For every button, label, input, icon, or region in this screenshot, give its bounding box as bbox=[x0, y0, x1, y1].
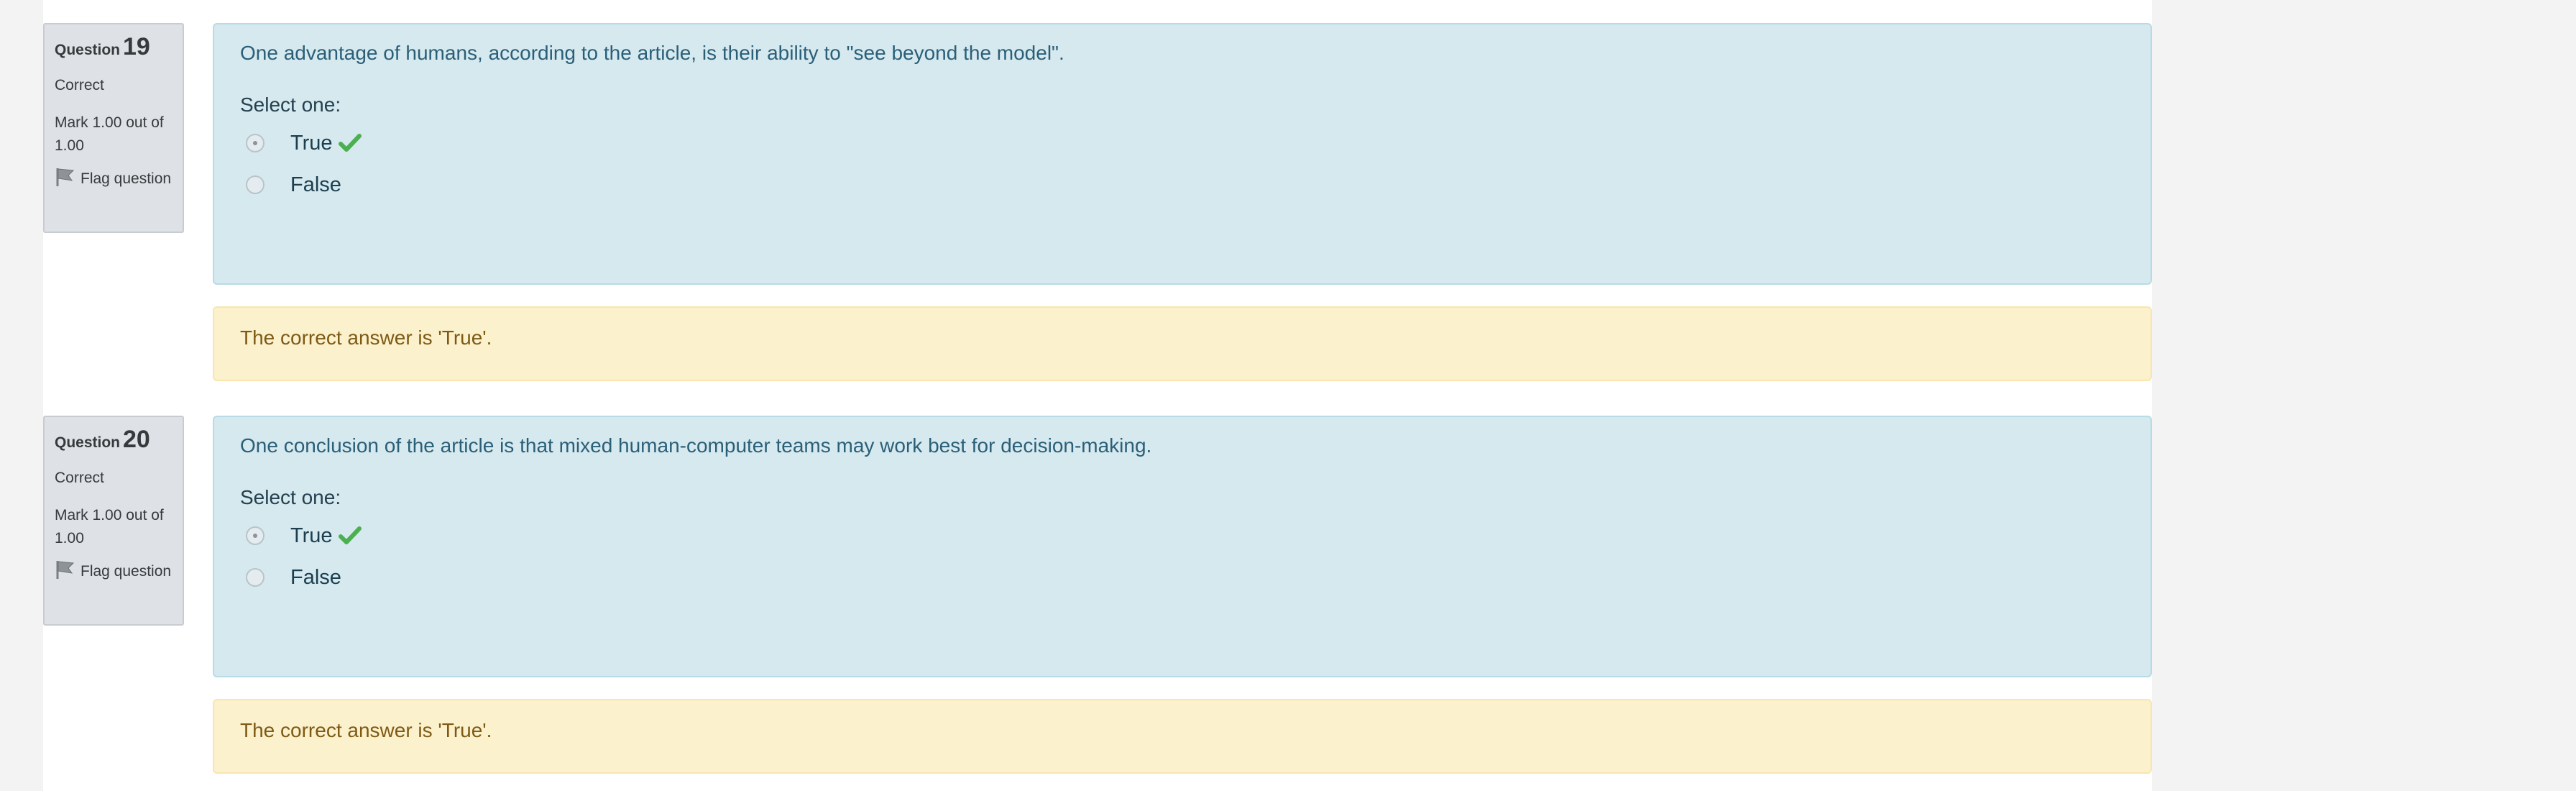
flag-question-button[interactable]: Flag question bbox=[55, 166, 172, 191]
radio-true[interactable] bbox=[246, 134, 264, 152]
flag-icon bbox=[56, 561, 75, 579]
question-text: One advantage of humans, according to th… bbox=[240, 42, 1064, 64]
correct-answer-feedback-19: The correct answer is 'True'. bbox=[213, 306, 2152, 381]
radio-false[interactable] bbox=[246, 175, 264, 194]
option-label: False bbox=[290, 565, 341, 589]
check-icon bbox=[338, 526, 362, 544]
question-state: Correct bbox=[55, 470, 104, 486]
question-formulation-20: One conclusion of the article is that mi… bbox=[213, 416, 2152, 677]
flag-question-label: Flag question bbox=[80, 170, 172, 187]
option-label: False bbox=[290, 173, 341, 196]
question-formulation-19: One advantage of humans, according to th… bbox=[213, 23, 2152, 285]
question-state: Correct bbox=[55, 77, 104, 93]
option-label: True bbox=[290, 523, 333, 547]
question-grade: Mark 1.00 out of 1.00 bbox=[55, 114, 164, 154]
flag-question-button[interactable]: Flag question bbox=[55, 559, 172, 583]
select-one-prompt: Select one: bbox=[240, 93, 341, 116]
question-text: One conclusion of the article is that mi… bbox=[240, 434, 1152, 457]
question-number-value: 19 bbox=[123, 33, 150, 60]
question-info-20: Question 20 Correct Mark 1.00 out of 1.00… bbox=[43, 416, 184, 626]
question-number: Question 20 bbox=[55, 426, 172, 454]
option-true[interactable]: True bbox=[240, 122, 2125, 164]
option-true[interactable]: True bbox=[240, 515, 2125, 557]
select-one-prompt: Select one: bbox=[240, 486, 341, 508]
option-label: True bbox=[290, 131, 333, 155]
question-info-19: Question 19 Correct Mark 1.00 out of 1.00… bbox=[43, 23, 184, 233]
radio-false[interactable] bbox=[246, 568, 264, 587]
question-label: Question bbox=[55, 42, 121, 58]
answer-options: True False bbox=[240, 122, 2125, 206]
question-grade: Mark 1.00 out of 1.00 bbox=[55, 507, 164, 547]
check-icon bbox=[338, 134, 362, 152]
answer-options: True False bbox=[240, 515, 2125, 598]
option-false[interactable]: False bbox=[240, 557, 2125, 598]
flag-question-label: Flag question bbox=[80, 563, 172, 580]
question-label: Question bbox=[55, 434, 121, 451]
correct-answer-feedback-20: The correct answer is 'True'. bbox=[213, 699, 2152, 774]
quiz-review-page: Question 19 Correct Mark 1.00 out of 1.00… bbox=[43, 0, 2152, 791]
question-number-value: 20 bbox=[123, 426, 150, 453]
question-number: Question 19 bbox=[55, 33, 172, 61]
flag-icon bbox=[56, 168, 75, 186]
radio-true[interactable] bbox=[246, 526, 264, 545]
option-false[interactable]: False bbox=[240, 164, 2125, 206]
